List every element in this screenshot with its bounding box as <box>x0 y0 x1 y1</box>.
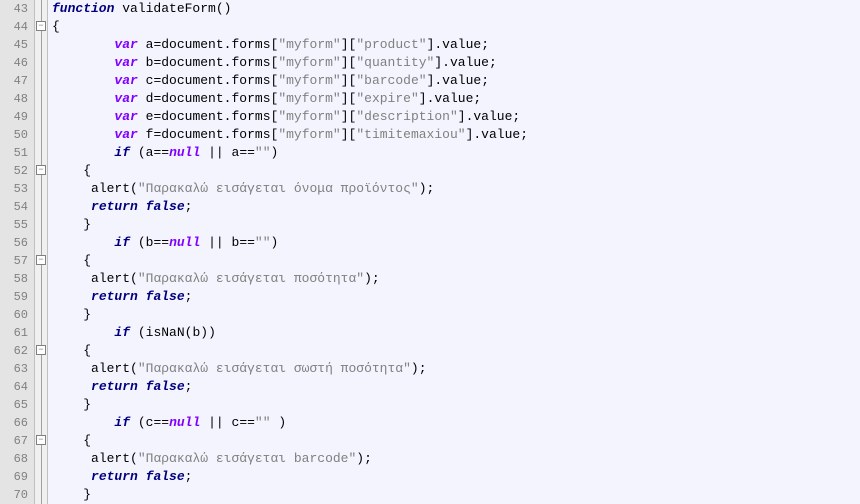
line-number: 59 <box>0 288 28 306</box>
code-line[interactable]: alert("Παρακαλώ εισάγεται barcode"); <box>52 450 860 468</box>
line-number: 56 <box>0 234 28 252</box>
fold-toggle-icon[interactable]: − <box>36 435 46 445</box>
line-number: 52 <box>0 162 28 180</box>
code-line[interactable]: var b=document.forms["myform"]["quantity… <box>52 54 860 72</box>
line-number: 45 <box>0 36 28 54</box>
line-number: 61 <box>0 324 28 342</box>
code-line[interactable]: function validateForm() <box>52 0 860 18</box>
line-number: 47 <box>0 72 28 90</box>
code-line[interactable]: } <box>52 486 860 504</box>
line-number: 68 <box>0 450 28 468</box>
code-line[interactable]: alert("Παρακαλώ εισάγεται ποσότητα"); <box>52 270 860 288</box>
fold-column: − − − − − <box>34 0 48 504</box>
code-line[interactable]: { <box>52 18 860 36</box>
code-line[interactable]: { <box>52 342 860 360</box>
line-number: 66 <box>0 414 28 432</box>
code-line[interactable]: if (c==null || c=="" ) <box>52 414 860 432</box>
fold-toggle-icon[interactable]: − <box>36 255 46 265</box>
code-line[interactable]: if (b==null || b=="") <box>52 234 860 252</box>
line-number-gutter: 4344454647484950515253545556575859606162… <box>0 0 34 504</box>
code-line[interactable]: var a=document.forms["myform"]["product"… <box>52 36 860 54</box>
fold-toggle-icon[interactable]: − <box>36 21 46 31</box>
line-number: 48 <box>0 90 28 108</box>
code-line[interactable]: if (a==null || a=="") <box>52 144 860 162</box>
line-number: 49 <box>0 108 28 126</box>
line-number: 65 <box>0 396 28 414</box>
line-number: 69 <box>0 468 28 486</box>
line-number: 53 <box>0 180 28 198</box>
code-line[interactable]: var e=document.forms["myform"]["descript… <box>52 108 860 126</box>
line-number: 57 <box>0 252 28 270</box>
line-number: 58 <box>0 270 28 288</box>
code-area[interactable]: function validateForm(){ var a=document.… <box>48 0 860 504</box>
code-line[interactable]: alert("Παρακαλώ εισάγεται όνομα προϊόντο… <box>52 180 860 198</box>
code-line[interactable]: var c=document.forms["myform"]["barcode"… <box>52 72 860 90</box>
line-number: 70 <box>0 486 28 504</box>
code-line[interactable]: { <box>52 252 860 270</box>
code-line[interactable]: } <box>52 306 860 324</box>
line-number: 50 <box>0 126 28 144</box>
code-line[interactable]: return false; <box>52 198 860 216</box>
line-number: 67 <box>0 432 28 450</box>
line-number: 54 <box>0 198 28 216</box>
line-number: 60 <box>0 306 28 324</box>
code-line[interactable]: } <box>52 216 860 234</box>
code-line[interactable]: { <box>52 432 860 450</box>
line-number: 63 <box>0 360 28 378</box>
line-number: 46 <box>0 54 28 72</box>
fold-toggle-icon[interactable]: − <box>36 165 46 175</box>
code-line[interactable]: return false; <box>52 378 860 396</box>
code-line[interactable]: alert("Παρακαλώ εισάγεται σωστή ποσότητα… <box>52 360 860 378</box>
line-number: 44 <box>0 18 28 36</box>
code-line[interactable]: var d=document.forms["myform"]["expire"]… <box>52 90 860 108</box>
code-line[interactable]: { <box>52 162 860 180</box>
code-line[interactable]: var f=document.forms["myform"]["timitema… <box>52 126 860 144</box>
line-number: 43 <box>0 0 28 18</box>
code-line[interactable]: } <box>52 396 860 414</box>
fold-toggle-icon[interactable]: − <box>36 345 46 355</box>
line-number: 55 <box>0 216 28 234</box>
code-line[interactable]: return false; <box>52 468 860 486</box>
line-number: 51 <box>0 144 28 162</box>
line-number: 64 <box>0 378 28 396</box>
code-line[interactable]: if (isNaN(b)) <box>52 324 860 342</box>
line-number: 62 <box>0 342 28 360</box>
code-line[interactable]: return false; <box>52 288 860 306</box>
